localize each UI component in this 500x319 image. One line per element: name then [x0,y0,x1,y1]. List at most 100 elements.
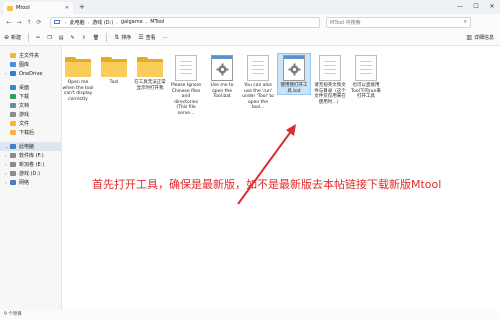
sidebar-item-label: 网络 [19,180,30,186]
folder-icon [7,5,13,11]
up-arrow-icon[interactable]: ↑ [24,19,34,26]
copy-icon[interactable]: ❐ [47,35,51,41]
folder-icon [10,130,16,135]
folder-icon [10,121,16,126]
sidebar-item-files[interactable]: 文件 [0,119,61,128]
file-name: Please Ignore Chinese files and director… [170,83,202,116]
refresh-icon[interactable]: ⟳ [34,19,44,26]
title-bar: Mtool ✕ + — ☐ ✕ [0,0,500,14]
annotation-text: 首先打开工具，确保是最新版，如不是最新版去本帖链接下载新版Mtool [92,178,442,191]
search-icon: ⌕ [463,18,467,25]
new-tab-button[interactable]: + [79,3,85,11]
sidebar-item-desktop[interactable]: 桌面 [0,83,61,92]
sidebar-item-downloads[interactable]: 下载 [0,92,61,101]
address-bar: ← → ↑ ⟳ › 此电脑 › 游戏 (D:) › galgame › MToo… [0,14,500,30]
file-name: Use me to open the Tool.bat [210,83,234,99]
view-label: 查看 [145,35,156,41]
file-item-document[interactable]: 请无视英文和文件与目录（这个文件仅仅用来在使用时…） [314,54,346,105]
sidebar-item-label: 游戏 [19,112,30,118]
sidebar-item-label: OneDrive [19,70,43,77]
sidebar-item-label: 游戏 (D:) [19,171,41,177]
sidebar-item-drive-e[interactable]: › 新加卷 (E:) [0,160,61,169]
search-placeholder: MTool 中搜索 [330,19,361,26]
folder-icon [137,57,163,77]
gear-icon [211,55,233,81]
file-item-folder[interactable]: Tool [98,54,130,86]
breadcrumb-item[interactable]: MTool [150,19,164,25]
file-item-batch[interactable]: Use me to open the Tool.bat [206,54,238,100]
view-icon: ☰ [138,34,144,41]
cloud-icon [10,71,16,76]
navigation-pane: 主文件夹 图库 › OneDrive 桌面 下载 文档 游戏 文件 下载后 ⌄ 此电… [0,46,62,319]
details-button[interactable]: ▥ 详细信息 [466,34,494,41]
sidebar-item-gallery[interactable]: 图库 [0,60,61,69]
download-icon [10,94,16,99]
more-button[interactable]: ··· [163,35,168,41]
sidebar-item-downloaded[interactable]: 下载后 [0,128,61,137]
file-item-document[interactable]: You can also use the 'run' under 'Tool' … [242,54,274,111]
minimize-button[interactable]: — [452,0,468,14]
file-item-folder[interactable]: Open me when the tool can't display corr… [62,54,94,102]
gear-icon [283,55,305,81]
computer-icon [54,20,60,24]
file-name: You can also use the 'run' under 'Tool' … [242,83,274,110]
cut-icon[interactable]: ✂ [36,35,40,41]
text-file-icon [175,55,197,81]
new-label: 新建 [11,35,22,41]
back-arrow-icon[interactable]: ← [4,19,14,26]
file-item-batch-selected[interactable]: 使用我打开工具.bat [277,53,311,95]
breadcrumb-item[interactable]: 此电脑 [70,19,85,26]
sidebar-item-label: 下载 [19,94,30,100]
delete-icon[interactable]: 🗑 [93,35,99,41]
breadcrumb[interactable]: › 此电脑 › 游戏 (D:) › galgame › MTool [50,16,320,28]
sidebar-item-network[interactable]: › 网络 [0,178,61,187]
file-name: 也可以直接用Tool下的run来打开工具 [351,83,381,99]
file-name: Tool [109,80,119,85]
close-button[interactable]: ✕ [484,0,500,14]
breadcrumb-item[interactable]: 游戏 (D:) [92,19,113,26]
file-name: 在工具无法正常显示时打开我 [134,80,166,91]
file-item-document[interactable]: Please Ignore Chinese files and director… [170,54,202,116]
file-item-folder[interactable]: 在工具无法正常显示时打开我 [134,54,166,91]
drive-icon [10,153,16,158]
text-file-icon [247,55,269,81]
file-name: Open me when the tool can't display corr… [62,80,94,102]
forward-arrow-icon[interactable]: → [14,19,24,26]
drive-icon [10,162,16,167]
sort-button[interactable]: ⇅ 排序 [114,34,131,41]
sidebar-item-games[interactable]: 游戏 [0,110,61,119]
sidebar-item-onedrive[interactable]: › OneDrive [0,69,61,78]
computer-icon [10,144,16,149]
maximize-button[interactable]: ☐ [468,0,484,14]
sidebar-item-label: 主文件夹 [19,53,40,59]
tab-close-icon[interactable]: ✕ [65,5,69,11]
rename-icon[interactable]: ✎ [70,35,74,41]
tab-mtool[interactable]: Mtool ✕ [3,2,73,14]
sidebar-item-documents[interactable]: 文档 [0,101,61,110]
paste-icon[interactable]: ▤ [59,35,64,41]
sidebar-item-drive-f[interactable]: › 软件库 (F:) [0,151,61,160]
file-item-document[interactable]: 也可以直接用Tool下的run来打开工具 [350,54,382,100]
search-input[interactable]: MTool 中搜索 ⌕ [326,16,471,28]
sidebar-item-label: 下载后 [19,130,35,136]
sidebar-item-label: 文件 [19,121,30,127]
sidebar-item-label: 此电脑 [19,144,35,150]
command-bar: ⊕ 新建 ✂ ❐ ▤ ✎ ⇪ 🗑 ⇅ 排序 ☰ 查看 ··· ▥ 详细信息 [0,30,500,46]
gallery-icon [10,62,16,67]
new-button[interactable]: ⊕ 新建 [4,34,21,41]
desktop-icon [10,85,16,90]
sidebar-item-drive-d[interactable]: › 游戏 (D:) [0,169,61,178]
sidebar-item-label: 图库 [19,62,30,68]
tab-title: Mtool [16,5,30,11]
file-name: 使用我打开工具.bat [280,83,308,94]
sort-icon: ⇅ [114,34,120,41]
sidebar-item-this-pc[interactable]: ⌄ 此电脑 [0,142,61,151]
share-icon[interactable]: ⇪ [82,35,86,41]
sidebar-item-home[interactable]: 主文件夹 [0,51,61,60]
breadcrumb-item[interactable]: galgame [121,19,143,25]
view-button[interactable]: ☰ 查看 [138,34,155,41]
sidebar-item-label: 软件库 (F:) [19,153,44,159]
sort-label: 排序 [121,35,132,41]
details-label: 详细信息 [473,35,494,41]
sidebar-item-label: 新加卷 (E:) [19,162,45,168]
